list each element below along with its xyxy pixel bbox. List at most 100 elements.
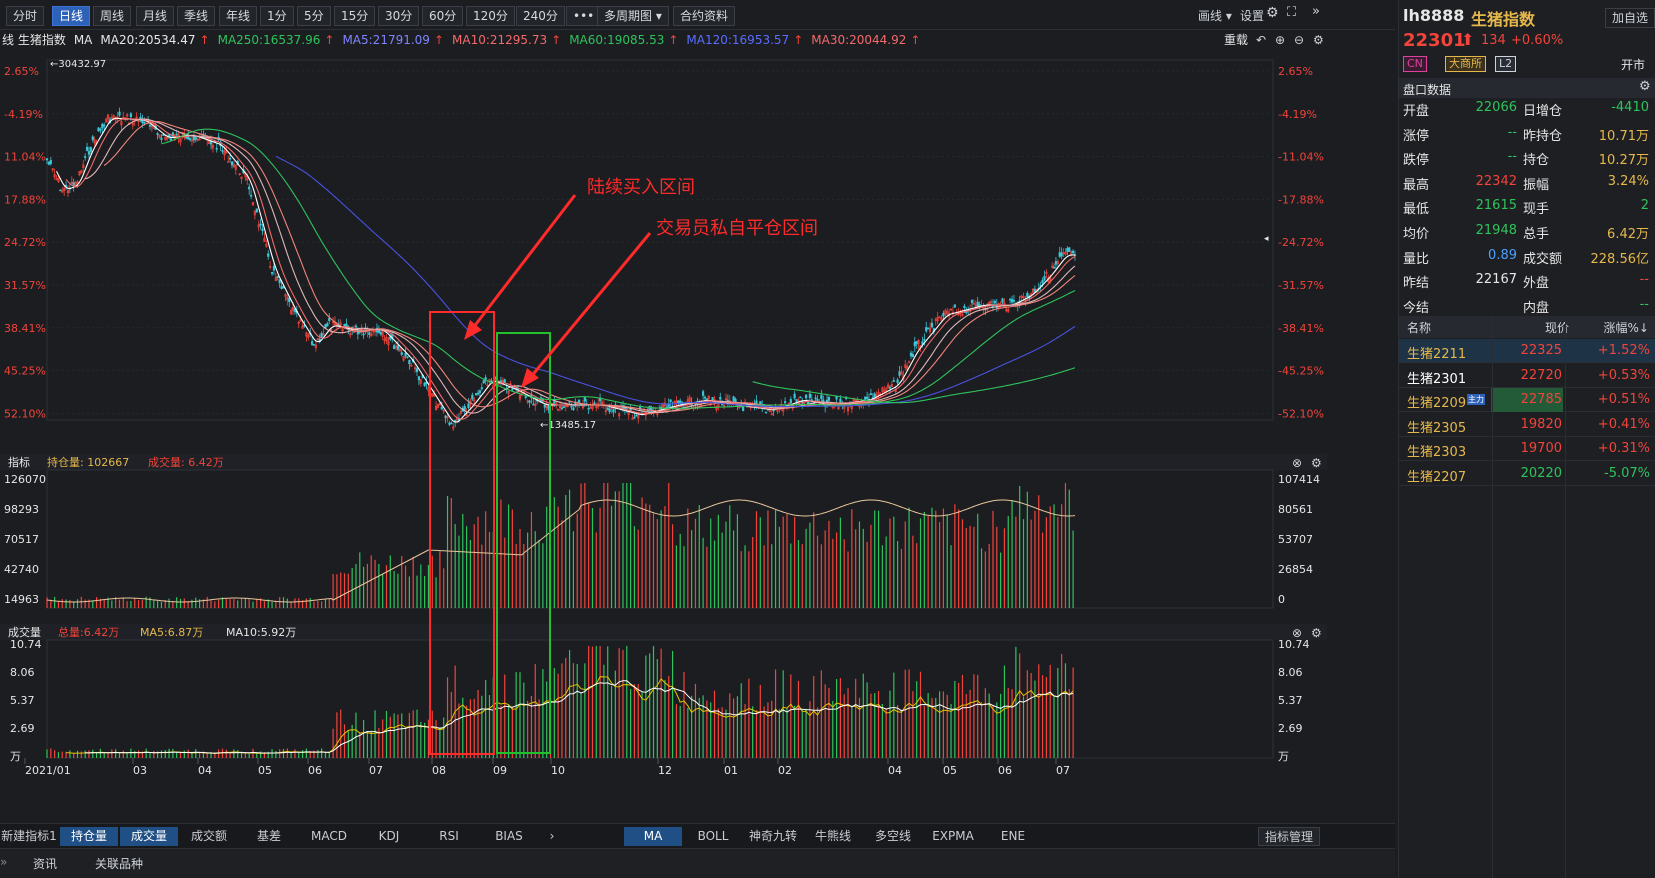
candle-body <box>898 371 901 376</box>
overlay-tab[interactable]: 牛熊线 <box>804 827 862 846</box>
info-tab[interactable]: 关联品种 <box>95 855 143 872</box>
contract-row[interactable]: 生猪2211 22325 +1.52% <box>1399 339 1655 363</box>
candle-body <box>835 396 838 400</box>
indicator-tab[interactable]: 成交量 <box>120 827 178 846</box>
period-tab[interactable]: 120分 <box>466 6 515 26</box>
zoom-out-icon[interactable]: ⊖ <box>1294 30 1304 50</box>
period-tab[interactable]: 240分 <box>516 6 565 26</box>
contract-row[interactable]: 生猪2209 主力 22785 +0.51% <box>1399 388 1655 413</box>
indicator-manage-button[interactable]: 指标管理 <box>1258 827 1320 846</box>
indicator-tab[interactable]: 基差 <box>240 827 298 846</box>
contract-price: 20220 <box>1520 466 1562 481</box>
candle-body <box>248 186 251 190</box>
period-tab[interactable]: 季线 <box>177 6 216 26</box>
indicator-tab[interactable]: MACD <box>300 827 358 846</box>
candle-body <box>1066 248 1069 252</box>
main-right-tick: -17.88% <box>1278 193 1324 206</box>
candle-body <box>276 276 279 278</box>
quote-label: 开盘 <box>1403 104 1430 119</box>
period-tab[interactable]: 分时 <box>6 6 45 26</box>
candle-body <box>118 111 121 116</box>
period-tab[interactable]: 月线 <box>136 6 175 26</box>
contract-row[interactable]: 生猪2303 19700 +0.31% <box>1399 437 1655 462</box>
gear-icon[interactable]: ⚙ <box>1313 30 1324 50</box>
main-right-tick: 2.65% <box>1278 65 1313 78</box>
indicator-tab[interactable]: 新建指标1 <box>0 827 58 846</box>
add-watchlist-button[interactable]: 加自选 <box>1605 8 1655 28</box>
quote-value: -- <box>1507 124 1517 140</box>
candle-body <box>227 161 230 163</box>
quote-value: 22066 <box>1475 100 1517 115</box>
column-divider <box>1492 316 1493 878</box>
period-tab[interactable]: 年线 <box>219 6 258 26</box>
contract-row[interactable]: 生猪2301 22720 +0.53% <box>1399 364 1655 388</box>
settings-menu[interactable]: 设置 <box>1240 7 1264 24</box>
quote-label: 最高 <box>1403 177 1430 193</box>
period-tab[interactable]: 日线 <box>52 6 91 26</box>
quote-value: 2 <box>1640 198 1649 214</box>
undo-icon[interactable]: ↶ <box>1256 30 1266 50</box>
indicator-tab[interactable]: BIAS <box>480 827 538 846</box>
overlay-tab[interactable]: ENE <box>984 827 1042 846</box>
overlay-tab[interactable]: 神奇九转 <box>744 827 802 846</box>
overlay-tab[interactable]: 多空线 <box>864 827 922 846</box>
candle-body <box>194 137 197 140</box>
indicator-tab[interactable]: 持仓量 <box>60 827 118 846</box>
candle-body <box>476 392 480 395</box>
gear-icon[interactable]: ⚙ <box>1266 5 1279 21</box>
multi-period-dropdown[interactable]: 多周期图 ▾ <box>597 6 669 26</box>
collapse-icon[interactable]: » <box>1312 4 1320 19</box>
arrow-up-icon: ↑ <box>551 33 562 47</box>
period-tab[interactable]: 1分 <box>260 6 294 26</box>
gear-icon[interactable]: ⚙ <box>1639 79 1651 94</box>
month-tick: 09 <box>493 764 507 777</box>
chevron-right-icon[interactable]: › <box>545 827 559 846</box>
contract-change: +0.41% <box>1597 416 1650 432</box>
candle-body <box>278 279 281 284</box>
main-right-tick: -31.57% <box>1278 279 1324 292</box>
oi-title: 指标 <box>8 455 30 469</box>
overlay-tab[interactable]: MA <box>624 827 682 846</box>
draw-line-menu[interactable]: 画线 ▾ <box>1198 7 1232 24</box>
contract-row[interactable]: 生猪2305 19820 +0.41% <box>1399 413 1655 437</box>
market-tag: CN <box>1403 56 1427 72</box>
overlay-tab[interactable]: EXPMA <box>924 827 982 846</box>
indicator-tab[interactable]: KDJ <box>360 827 418 846</box>
period-tab[interactable]: 周线 <box>93 6 132 26</box>
list-column-header[interactable]: 名称 <box>1407 319 1431 336</box>
candle-body <box>415 368 419 372</box>
main-left-tick: 52.10% <box>4 407 46 420</box>
price-change: 134 <box>1481 33 1506 48</box>
period-tab[interactable]: 30分 <box>378 6 420 26</box>
candle-body <box>467 403 470 408</box>
contract-row[interactable]: 生猪2207 20220 -5.07% <box>1399 462 1655 486</box>
period-tab[interactable]: 15分 <box>334 6 376 26</box>
period-tab[interactable]: 5分 <box>297 6 331 26</box>
arrow-icon[interactable]: » <box>0 855 7 869</box>
main-contract-tag: 主力 <box>1467 394 1485 406</box>
quote-label: 成交额 <box>1523 251 1563 267</box>
zoom-in-icon[interactable]: ⊕ <box>1275 30 1285 50</box>
contract-info-button[interactable]: 合约资料 <box>673 6 736 26</box>
vol-ma10: MA10:5.92万 <box>226 626 296 639</box>
kline-chart[interactable]: 2.65% 2.65% -4.19% -4.19% 11.04% -11.04% 17.88… <box>0 50 1395 840</box>
candle-body <box>400 352 403 355</box>
candle-body <box>1060 252 1063 257</box>
fullscreen-icon[interactable]: ⛶ <box>1287 5 1296 20</box>
market-status: 开市 <box>1621 58 1646 72</box>
candle-body <box>925 327 928 332</box>
candle-body <box>249 194 253 197</box>
vol-left-tick: 5.37 <box>10 694 35 707</box>
ma-line <box>65 117 1076 420</box>
indicator-tab[interactable]: RSI <box>420 827 478 846</box>
indicator-tab[interactable]: 成交额 <box>180 827 238 846</box>
list-column-header[interactable]: 涨幅%↓ <box>1604 319 1649 336</box>
overlay-tab[interactable]: BOLL <box>684 827 742 846</box>
candle-body <box>793 393 796 399</box>
reload-button[interactable]: 重载 <box>1224 30 1248 50</box>
period-tab[interactable]: 60分 <box>422 6 464 26</box>
ma-line <box>103 121 1076 412</box>
period-tab[interactable]: ••• <box>566 6 602 26</box>
info-tab[interactable]: 资讯 <box>33 855 57 872</box>
month-tick: 03 <box>133 764 147 777</box>
